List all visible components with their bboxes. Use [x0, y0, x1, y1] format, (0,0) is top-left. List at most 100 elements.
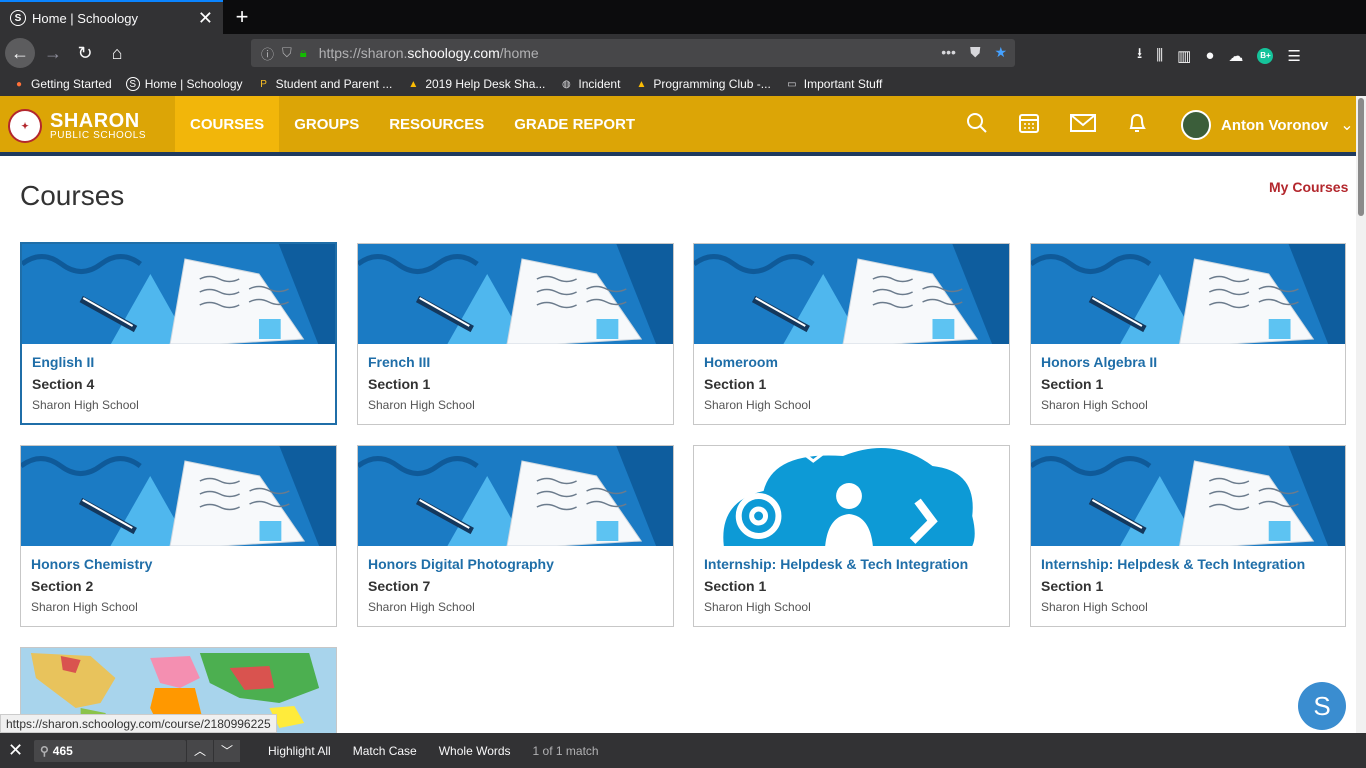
page-actions-icon[interactable]: ••• — [941, 44, 956, 61]
download-icon[interactable]: ⭳ — [1137, 43, 1142, 68]
bookmark-item[interactable]: ● Getting Started — [12, 77, 112, 91]
tab-title: Home | Schoology — [32, 10, 138, 26]
shield-icon[interactable]: ⛉ — [282, 45, 292, 61]
close-tab-icon[interactable]: ✕ — [198, 9, 213, 27]
pocket-icon[interactable]: ⛊ — [970, 44, 981, 61]
calendar-icon[interactable] — [1018, 112, 1040, 134]
course-name[interactable]: French III — [368, 354, 663, 370]
scrollbar-thumb[interactable] — [1358, 98, 1364, 216]
course-section: Section 1 — [368, 376, 431, 392]
course-name[interactable]: Honors Chemistry — [31, 556, 326, 572]
course-card[interactable]: Homeroom Section 1 Sharon High School — [693, 243, 1010, 425]
bookmark-item[interactable]: S Home | Schoology — [125, 77, 243, 91]
find-bar: ✕ ⚲ 465 ︿ ﹀ Highlight All Match Case Whol… — [0, 733, 1366, 768]
course-name[interactable]: Internship: Helpdesk & Tech Integration — [704, 556, 999, 572]
bookmark-star-icon[interactable]: ★ — [994, 44, 1007, 61]
school-logo[interactable]: ✦ SHARON PUBLIC SCHOOLS — [8, 109, 146, 143]
course-school: Sharon High School — [32, 398, 139, 412]
main-nav: COURSES GROUPS RESOURCES GRADE REPORT — [175, 96, 650, 152]
course-school: Sharon High School — [1041, 600, 1148, 614]
course-school: Sharon High School — [1041, 398, 1148, 412]
course-card[interactable]: English II Section 4 Sharon High School — [20, 242, 337, 425]
close-icon[interactable]: ✕ — [8, 740, 28, 761]
find-next-icon[interactable]: ﹀ — [214, 739, 240, 762]
drive-icon: ▲ — [636, 78, 647, 90]
nav-groups[interactable]: GROUPS — [279, 96, 374, 152]
menu-icon[interactable]: ☰ — [1287, 47, 1300, 65]
course-section: Section 2 — [31, 578, 94, 594]
grammarly-icon[interactable]: B+ — [1257, 47, 1274, 64]
course-book-pencil-image — [22, 244, 335, 344]
course-section: Section 7 — [368, 578, 431, 594]
course-school: Sharon High School — [368, 600, 475, 614]
schoology-chat-button[interactable]: S — [1298, 682, 1346, 730]
bookmark-item[interactable]: P Student and Parent ... — [257, 77, 392, 91]
notification-bell-icon[interactable] — [1126, 112, 1148, 134]
library-icon[interactable]: ⫼ — [1156, 47, 1163, 64]
logo-title: SHARON — [50, 110, 140, 132]
course-card[interactable]: French III Section 1 Sharon High School — [357, 243, 674, 425]
lock-icon[interactable]: 🔒︎ — [300, 45, 307, 61]
cloud-extension-icon[interactable]: ☁ — [1228, 47, 1243, 65]
account-icon[interactable]: ● — [1205, 47, 1214, 64]
mail-icon[interactable] — [1070, 112, 1096, 134]
tab-bar: S Home | Schoology ✕ + — [0, 0, 1366, 34]
match-case-toggle[interactable]: Match Case — [353, 744, 417, 758]
course-section: Section 1 — [1041, 376, 1104, 392]
find-result-count: 1 of 1 match — [532, 743, 599, 758]
whole-words-toggle[interactable]: Whole Words — [439, 744, 511, 758]
bookmark-item[interactable]: ◍ Incident — [559, 77, 620, 91]
find-previous-icon[interactable]: ︿ — [187, 739, 213, 762]
course-book-pencil-image — [21, 446, 336, 546]
course-card[interactable]: Internship: Helpdesk & Tech Integration … — [1030, 445, 1346, 627]
bookmark-item[interactable]: ▲ 2019 Help Desk Sha... — [406, 77, 545, 91]
find-input[interactable]: ⚲ 465 — [34, 739, 186, 762]
nav-grade-report[interactable]: GRADE REPORT — [499, 96, 650, 152]
course-book-pencil-image — [1031, 244, 1345, 344]
chevron-down-icon: ⌄ — [1340, 117, 1354, 134]
url-text[interactable]: https://sharon.schoology.com/home — [319, 45, 539, 61]
course-book-pencil-image — [358, 244, 673, 344]
reload-icon[interactable]: ↻ — [70, 38, 100, 68]
logo-subtitle: PUBLIC SCHOOLS — [50, 130, 147, 141]
course-card[interactable]: Honors Algebra II Section 1 Sharon High … — [1030, 243, 1346, 425]
user-menu[interactable]: Anton Voronov ⌄ — [1181, 110, 1354, 140]
tab-home-schoology[interactable]: S Home | Schoology ✕ — [0, 0, 223, 34]
back-arrow-icon[interactable]: ← — [5, 38, 35, 68]
nav-courses[interactable]: COURSES — [175, 96, 280, 152]
course-section: Section 1 — [704, 578, 767, 594]
new-tab-icon[interactable]: + — [230, 4, 254, 30]
page-title: Courses — [20, 180, 125, 211]
my-courses-link[interactable]: My Courses — [1269, 179, 1348, 195]
course-name[interactable]: Homeroom — [704, 354, 999, 370]
course-school: Sharon High School — [368, 398, 475, 412]
drive-icon: ▲ — [408, 78, 419, 90]
course-card[interactable]: Honors Chemistry Section 2 Sharon High S… — [20, 445, 337, 627]
avatar — [1181, 110, 1211, 140]
course-card[interactable]: Internship: Helpdesk & Tech Integration … — [693, 445, 1010, 627]
bookmark-item[interactable]: ▲ Programming Club -... — [634, 77, 770, 91]
course-name[interactable]: Honors Digital Photography — [368, 556, 663, 572]
sidebar-icon[interactable]: ▥ — [1177, 47, 1191, 65]
main-content: Courses My Courses English II Section 4 … — [0, 156, 1356, 733]
nav-resources[interactable]: RESOURCES — [374, 96, 499, 152]
info-icon[interactable]: ⓘ — [261, 44, 274, 63]
course-name[interactable]: English II — [32, 354, 325, 370]
course-school: Sharon High School — [704, 600, 811, 614]
school-seal-icon: ✦ — [8, 109, 42, 143]
course-section: Section 1 — [1041, 578, 1104, 594]
highlight-all-toggle[interactable]: Highlight All — [268, 744, 331, 758]
course-name[interactable]: Honors Algebra II — [1041, 354, 1335, 370]
user-name: Anton Voronov — [1221, 116, 1329, 134]
schoology-favicon-icon: S — [10, 10, 26, 26]
course-name[interactable]: Internship: Helpdesk & Tech Integration — [1041, 556, 1335, 572]
course-card[interactable]: Honors Digital Photography Section 7 Sha… — [357, 445, 674, 627]
page-scrollbar[interactable] — [1356, 96, 1366, 733]
url-bar[interactable]: ⓘ ⛉ 🔒︎ https://sharon.schoology.com/home… — [251, 39, 1015, 67]
course-section: Section 1 — [704, 376, 767, 392]
bookmark-item[interactable]: ▭ Important Stuff — [785, 77, 882, 91]
home-icon[interactable]: ⌂ — [102, 38, 132, 68]
search-icon[interactable] — [966, 112, 988, 134]
forward-arrow-icon[interactable]: → — [38, 38, 68, 68]
browser-window: S Home | Schoology ✕ + ← → ↻ ⌂ ⓘ ⛉ 🔒︎ ht… — [0, 0, 1366, 768]
